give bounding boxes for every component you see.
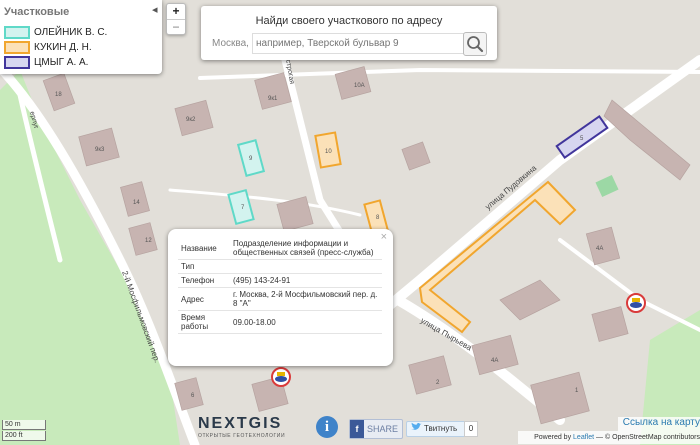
police-marker[interactable] bbox=[626, 293, 646, 313]
table-row: Название Подразделение информации и обще… bbox=[178, 237, 382, 260]
info-popup: × Название Подразделение информации и об… bbox=[168, 229, 393, 366]
logo-text: NEXTGIS bbox=[198, 415, 283, 432]
building bbox=[530, 371, 590, 425]
row-key: Адрес bbox=[178, 287, 230, 311]
table-row: Время работы 09.00-18.00 bbox=[178, 310, 382, 334]
legend-item-label: ЦМЫГ А. А. bbox=[34, 57, 89, 68]
building bbox=[254, 72, 292, 110]
search-panel: Найди своего участкового по адресу Москв… bbox=[201, 6, 497, 60]
legend-collapse-icon[interactable]: ◂ bbox=[152, 3, 158, 16]
share-label: SHARE bbox=[367, 424, 399, 434]
zoom-control: + − bbox=[166, 3, 186, 35]
nextgis-logo[interactable]: NEXTGIS ОТКРЫТЫЕ ГЕОТЕХНОЛОГИИ bbox=[198, 415, 285, 439]
legend-item-label: КУКИН Д. Н. bbox=[34, 42, 92, 53]
building bbox=[120, 181, 150, 217]
facebook-icon: f bbox=[350, 420, 364, 438]
row-key: Тип bbox=[178, 259, 230, 274]
legend-panel: Участковые ◂ ОЛЕЙНИК В. С. КУКИН Д. Н. Ц… bbox=[0, 0, 162, 74]
tweet-button[interactable]: Твитнуть bbox=[406, 421, 466, 437]
zoom-in-button[interactable]: + bbox=[167, 4, 185, 19]
search-input[interactable] bbox=[252, 33, 466, 54]
legend-swatch bbox=[4, 26, 30, 39]
road-inner-2 bbox=[558, 238, 700, 332]
house-number: 14 bbox=[133, 200, 140, 206]
legend-item-olein[interactable]: ОЛЕЙНИК В. С. bbox=[4, 26, 107, 39]
scale-metric: 50 m bbox=[2, 420, 46, 430]
map-link[interactable]: Ссылка на карту bbox=[618, 417, 700, 431]
leaflet-link[interactable]: Leaflet bbox=[573, 434, 594, 441]
legend-item-tsmyg[interactable]: ЦМЫГ А. А. bbox=[4, 56, 88, 69]
house-number: 9к3 bbox=[95, 147, 105, 153]
search-icon bbox=[467, 36, 484, 53]
info-icon[interactable]: i bbox=[316, 416, 338, 438]
house-number: 4А bbox=[596, 246, 603, 252]
row-value: (495) 143-24-91 bbox=[230, 273, 382, 288]
row-value: 09.00-18.00 bbox=[230, 310, 382, 334]
logo-tagline: ОТКРЫТЫЕ ГЕОТЕХНОЛОГИИ bbox=[198, 433, 286, 439]
attribution: Powered by Leaflet — © OpenStreetMap con… bbox=[518, 431, 700, 444]
house-number: 9к2 bbox=[186, 117, 196, 123]
building bbox=[128, 222, 158, 256]
house-number: 12 bbox=[145, 238, 152, 244]
building bbox=[471, 334, 519, 376]
house-number: 10 bbox=[325, 149, 332, 155]
table-row: Телефон (495) 143-24-91 bbox=[178, 273, 382, 288]
house-number: 10А bbox=[354, 83, 365, 89]
legend-item-kukin[interactable]: КУКИН Д. Н. bbox=[4, 41, 92, 54]
building bbox=[401, 141, 431, 171]
house-number: 9к1 bbox=[268, 96, 278, 102]
table-row: Тип bbox=[178, 259, 382, 274]
legend-swatch bbox=[4, 41, 30, 54]
building bbox=[603, 99, 691, 181]
row-value bbox=[230, 259, 382, 274]
legend-swatch bbox=[4, 56, 30, 69]
legend-title: Участковые bbox=[4, 6, 70, 18]
attribution-rest: — © OpenStreetMap contributors bbox=[596, 434, 700, 441]
tweet-label: Твитнуть bbox=[424, 424, 458, 433]
row-key: Название bbox=[178, 237, 230, 260]
search-city-label: Москва, bbox=[212, 38, 249, 49]
row-value: Подразделение информации и общественных … bbox=[230, 237, 382, 260]
building bbox=[499, 279, 561, 321]
house-number: 4А bbox=[491, 358, 498, 364]
green-patch bbox=[595, 174, 619, 198]
police-marker[interactable] bbox=[271, 367, 291, 387]
zoom-out-button[interactable]: − bbox=[167, 19, 185, 35]
house-number: 18 bbox=[55, 92, 62, 98]
popup-table: Название Подразделение информации и обще… bbox=[178, 237, 382, 334]
attribution-prefix: Powered by bbox=[534, 434, 572, 441]
tweet-count: 0 bbox=[464, 421, 478, 437]
building bbox=[591, 306, 629, 342]
row-key: Телефон bbox=[178, 273, 230, 288]
table-row: Адрес г. Москва, 2-й Мосфильмовский пер.… bbox=[178, 287, 382, 311]
road-inner bbox=[168, 188, 362, 217]
building bbox=[408, 355, 452, 395]
twitter-icon bbox=[411, 422, 422, 430]
search-button[interactable] bbox=[463, 32, 487, 56]
facebook-share-button[interactable]: f SHARE bbox=[349, 419, 403, 439]
row-key: Время работы bbox=[178, 310, 230, 334]
legend-item-label: ОЛЕЙНИК В. С. bbox=[34, 27, 108, 38]
row-value: г. Москва, 2-й Мосфильмовский пер. д. 8 … bbox=[230, 287, 382, 311]
scale-imperial: 200 ft bbox=[2, 431, 46, 441]
search-heading: Найди своего участкового по адресу bbox=[255, 15, 443, 27]
